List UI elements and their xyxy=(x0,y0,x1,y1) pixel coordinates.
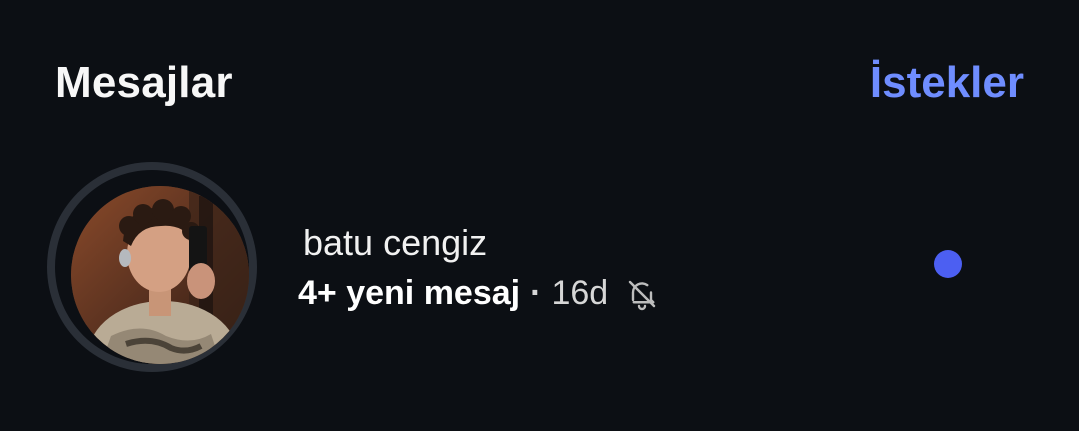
unread-indicator-dot xyxy=(934,250,962,278)
avatar-photo xyxy=(71,186,249,364)
page-title: Mesajlar xyxy=(55,58,233,107)
avatar-gap xyxy=(55,170,249,364)
thread-name: batu cengiz xyxy=(303,222,488,263)
thread-meta: 4+ yeni mesaj · 16d xyxy=(298,274,660,313)
bell-muted-icon xyxy=(624,276,660,312)
timestamp: 16d xyxy=(551,274,609,312)
thread-row[interactable]: batu cengiz 4+ yeni mesaj · 16d xyxy=(0,150,1079,380)
meta-separator: · xyxy=(530,274,542,312)
messages-header: Mesajlar İstekler xyxy=(0,0,1079,160)
avatar xyxy=(71,186,249,364)
requests-link[interactable]: İstekler xyxy=(870,58,1024,108)
unread-count-text: 4+ yeni mesaj xyxy=(298,274,521,312)
story-ring[interactable] xyxy=(47,162,257,372)
messages-screen: Mesajlar İstekler batu cengiz 4+ yeni me… xyxy=(0,0,1079,431)
